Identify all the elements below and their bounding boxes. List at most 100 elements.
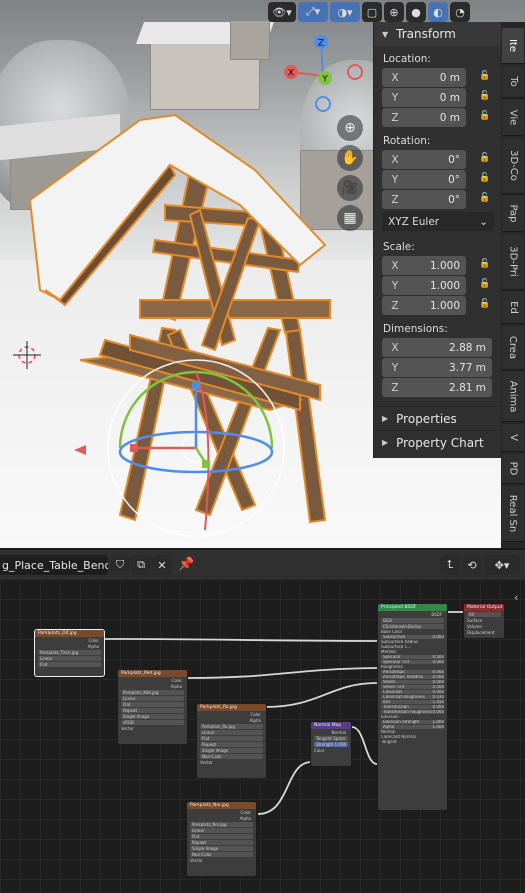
target-dropdown[interactable]: All [467, 612, 501, 617]
tab-item[interactable]: Ite [502, 28, 524, 64]
property-chart-panel-header[interactable]: ▶ Property Chart [374, 430, 501, 454]
distribution-dropdown[interactable]: GGX [381, 618, 444, 623]
tab-pap[interactable]: Pap [502, 196, 524, 232]
bsdf-input-row[interactable]: Clearcoat Roughness 0.030 [381, 695, 444, 699]
lock-icon[interactable]: 🔓 [479, 153, 490, 165]
bsdf-input-row[interactable]: Clearcoat Normal [381, 735, 444, 739]
socket-vector[interactable]: Vector [200, 760, 263, 765]
image-texture-node-roughness[interactable]: Parkplatz_Ro.jpg Color Alpha Parkplatz_R… [196, 703, 267, 779]
image-selector[interactable]: Parkplatz_Tisch.jpg [38, 650, 101, 655]
color-space-dropdown[interactable]: sRGB [121, 720, 184, 725]
navigation-gizmo[interactable]: Z X Y [278, 32, 368, 112]
source-dropdown[interactable]: Single Image [121, 714, 184, 719]
socket-alpha[interactable]: Alpha [38, 644, 101, 649]
socket-color[interactable]: Color [121, 678, 184, 683]
close-icon[interactable]: ✕ [152, 555, 172, 575]
lock-icon[interactable]: 🔓 [479, 193, 490, 205]
3d-viewport[interactable]: 👁▾ ⤢▾ ◑▾ ▢ ⊕ ● ◐ ◔ Z X Y ⊕ ✋ 🎥 ▦ ▼ Transf… [0, 0, 525, 548]
bsdf-input-row[interactable]: Transmission Roughness 0.000 [381, 710, 444, 714]
source-dropdown[interactable]: Single Image [200, 748, 263, 753]
material-output-node[interactable]: Material Output All Surface Volume Displ… [463, 603, 505, 639]
interpolation-dropdown[interactable]: Linear [38, 656, 101, 661]
lock-icon[interactable]: 🔓 [479, 259, 490, 271]
color-space-dropdown[interactable]: Non-Color [200, 754, 263, 759]
bsdf-input-row[interactable]: Specular 0.500 [381, 655, 444, 659]
rendered-icon[interactable]: ◔ [450, 2, 470, 22]
bsdf-input-row[interactable]: Metallic [381, 650, 444, 654]
hand-icon[interactable]: ✋ [337, 145, 363, 171]
location-z-field[interactable]: Z0 m 🔓 [382, 108, 490, 127]
scale-z-field[interactable]: Z 1.000 🔓 [382, 296, 490, 315]
scale-x-field[interactable]: X 1.000 🔓 [382, 256, 490, 275]
socket-vector[interactable]: Vector [121, 726, 184, 731]
parent-node-tree-icon[interactable]: ⮤ [440, 555, 460, 575]
eye-icon[interactable]: 👁▾ [268, 2, 296, 22]
xray-icon[interactable]: ▢ [362, 2, 382, 22]
tab-3d-coat[interactable]: 3D-Co [502, 138, 524, 194]
rotation-x-field[interactable]: X 0° 🔓 [382, 150, 490, 169]
socket-alpha[interactable]: Alpha [200, 718, 263, 723]
camera-icon[interactable]: 🎥 [337, 175, 363, 201]
projection-dropdown[interactable]: Flat [121, 702, 184, 707]
color-space-dropdown[interactable]: Non-Color [190, 852, 253, 857]
lock-icon[interactable]: 🔓 [479, 91, 490, 103]
socket-normal[interactable]: Normal [314, 730, 348, 735]
bsdf-input-row[interactable]: Tangent [381, 740, 444, 744]
tab-create[interactable]: Crea [502, 326, 524, 370]
extension-dropdown[interactable]: Repeat [190, 840, 253, 845]
image-selector[interactable]: Parkplatz_Met.jpg [121, 690, 184, 695]
tab-v[interactable]: V [502, 424, 524, 452]
lock-icon[interactable]: 🔓 [479, 111, 490, 123]
tab-real-snow[interactable]: Real Sn [502, 486, 524, 542]
snap-icon[interactable]: ⟲ [462, 555, 482, 575]
strength-field[interactable]: Strength 1.000 [314, 742, 348, 747]
bsdf-input-row[interactable]: Roughness [381, 665, 444, 669]
scale-y-field[interactable]: Y 1.000 🔓 [382, 276, 490, 295]
image-selector[interactable]: Parkplatz_Nor.jpg [190, 822, 253, 827]
extension-dropdown[interactable]: Repeat [200, 742, 263, 747]
collapse-sidebar-icon[interactable]: ‹ [514, 591, 518, 604]
projection-dropdown[interactable]: Flat [38, 662, 101, 667]
socket-bsdf[interactable]: BSDF [381, 612, 444, 617]
interpolation-dropdown[interactable]: Linear [200, 730, 263, 735]
projection-dropdown[interactable]: Flat [200, 736, 263, 741]
location-y-field[interactable]: Y0 m 🔓 [382, 88, 490, 107]
rotation-y-field[interactable]: Y 0° 🔓 [382, 170, 490, 189]
source-dropdown[interactable]: Single Image [190, 846, 253, 851]
grid-icon[interactable]: ▦ [337, 205, 363, 231]
image-texture-node-diffuse[interactable]: Parklplatz_Dif.jpg Color Alpha Parkplatz… [34, 629, 105, 677]
interpolation-dropdown[interactable]: Linear [121, 696, 184, 701]
bsdf-input-row[interactable]: Sheen 0.000 [381, 680, 444, 684]
overlay-icon[interactable]: ◑▾ [330, 2, 360, 22]
bsdf-input-row[interactable]: Sheen Tint 0.500 [381, 685, 444, 689]
dimensions-y-field[interactable]: Y 3.77 m [382, 358, 492, 377]
dimensions-z-field[interactable]: Z 2.81 m [382, 378, 492, 397]
tab-3d-print[interactable]: 3D-Pri [502, 234, 524, 290]
tab-pd[interactable]: PD [502, 454, 524, 484]
bsdf-input-row[interactable]: Alpha 1.000 [381, 725, 444, 729]
solid-icon[interactable]: ● [406, 2, 426, 22]
bsdf-input-row[interactable]: Normal [381, 730, 444, 734]
bsdf-input-row[interactable]: Emission Strength 1.000 [381, 720, 444, 724]
rotation-z-field[interactable]: Z 0° 🔓 [382, 190, 490, 209]
rotation-mode-dropdown[interactable]: XYZ Euler ⌄ [382, 212, 494, 231]
bsdf-input-row[interactable]: Emission [381, 715, 444, 719]
location-x-field[interactable]: X0 m 🔓 [382, 68, 490, 87]
image-texture-node-normal[interactable]: Parkplatz_Nor.jpg Color Alpha Parkplatz_… [186, 801, 257, 877]
transform-panel-header[interactable]: ▼ Transform [374, 22, 501, 46]
socket-displacement[interactable]: Displacement [467, 630, 501, 635]
snap-target-icon[interactable]: ✥▾ [484, 555, 520, 575]
lock-icon[interactable]: 🔓 [479, 71, 490, 83]
bsdf-input-row[interactable]: Specular Tint 0.000 [381, 660, 444, 664]
lock-icon[interactable]: 🔓 [479, 173, 490, 185]
bsdf-input-row[interactable]: Clearcoat 0.000 [381, 690, 444, 694]
bsdf-input-row[interactable]: IOR 1.450 [381, 700, 444, 704]
principled-bsdf-node[interactable]: Principled BSDF BSDF GGX Christensen-Bur… [377, 603, 448, 811]
socket-color[interactable]: Color [190, 810, 253, 815]
lock-icon[interactable]: 🔓 [479, 299, 490, 311]
socket-alpha[interactable]: Alpha [121, 684, 184, 689]
properties-panel-header[interactable]: ▶ Properties [374, 406, 501, 430]
dimensions-x-field[interactable]: X 2.88 m [382, 338, 492, 357]
space-dropdown[interactable]: Tangent Space [314, 736, 348, 741]
tab-view[interactable]: Vie [502, 100, 524, 136]
